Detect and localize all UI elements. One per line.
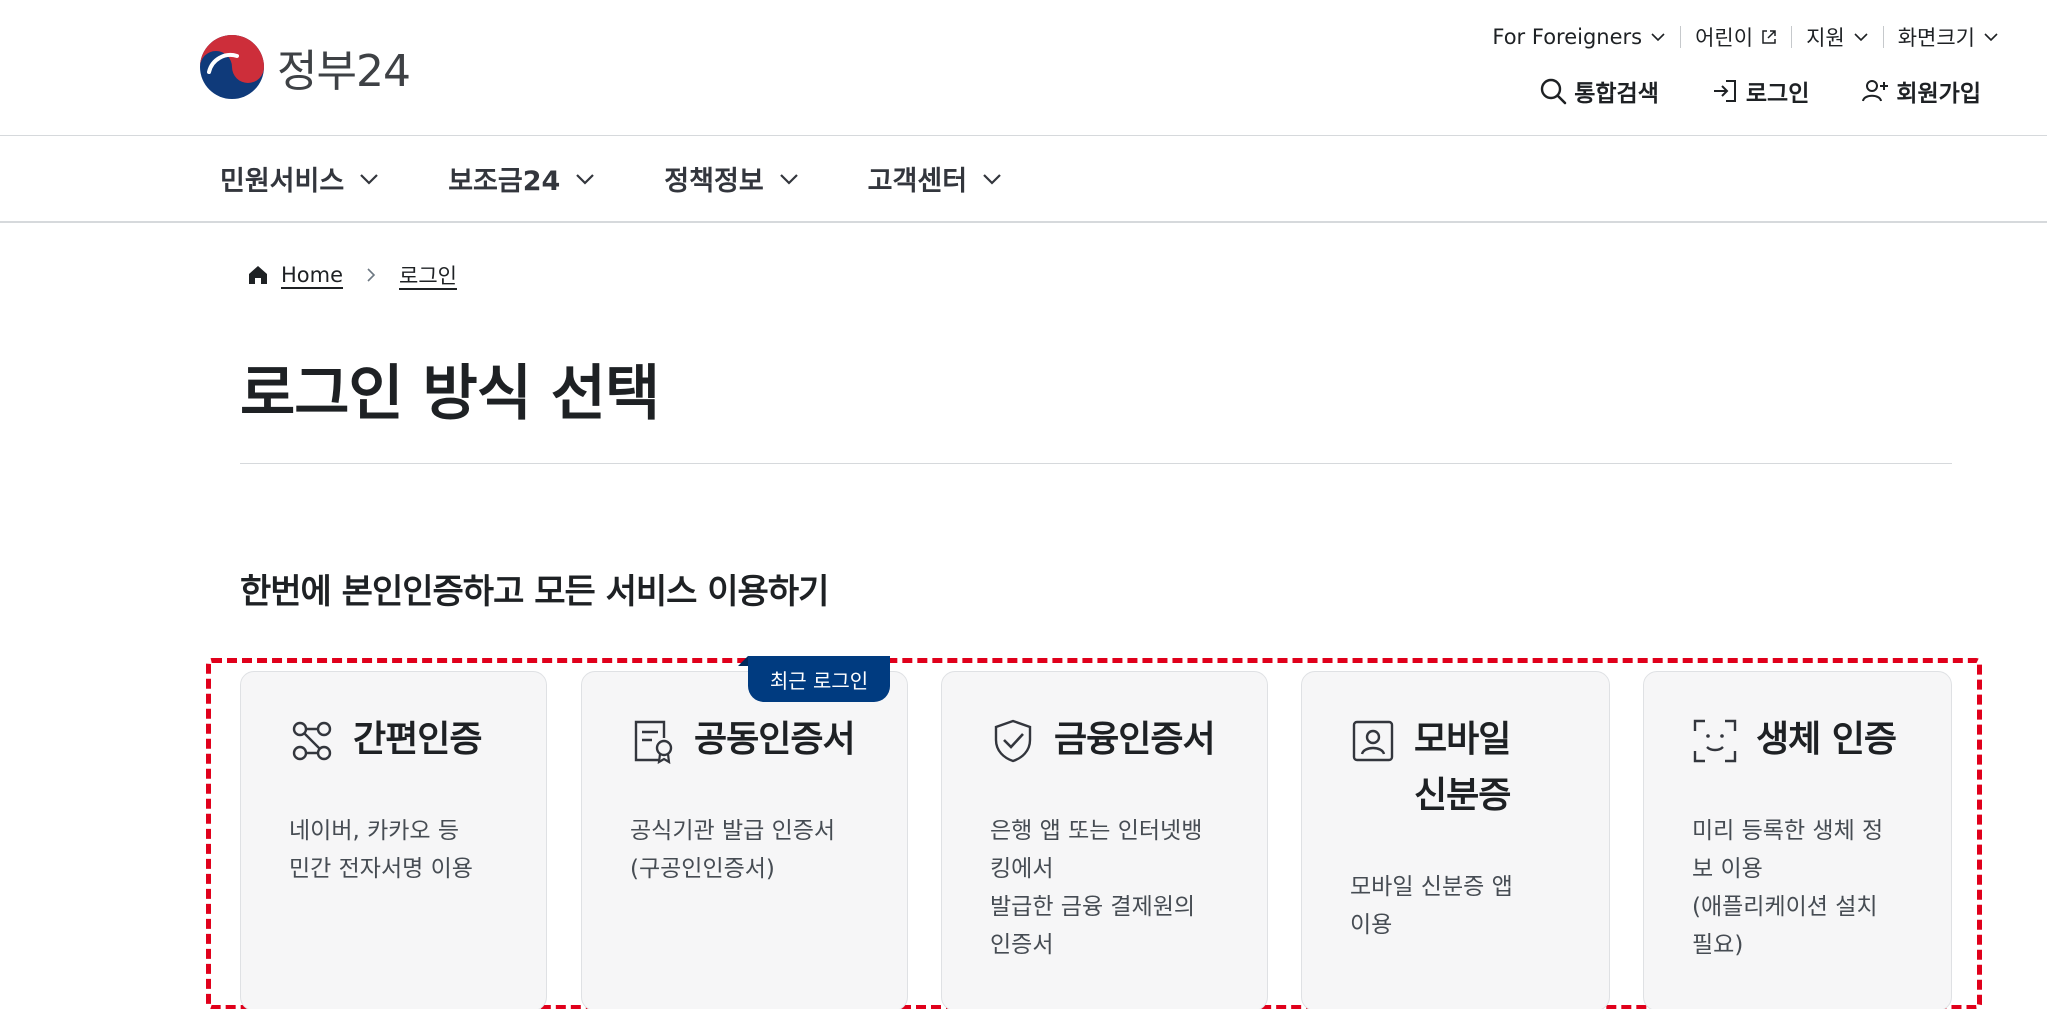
utility-label: 어린이 <box>1695 26 1754 50</box>
card-title-line: 모바일 <box>1414 719 1511 760</box>
signup-button[interactable]: 회원가입 <box>1861 74 1981 108</box>
card-desc-line: (구공인인증서) <box>630 856 775 882</box>
utility-menu: For Foreigners 어린이 지원 화면크기 <box>1478 22 2013 52</box>
card-desc-line: 필요) <box>1692 932 1744 958</box>
external-link-icon <box>1762 30 1776 44</box>
shield-check-icon <box>994 719 1032 763</box>
card-desc-line: 모바일 신분증 앱 <box>1350 874 1513 900</box>
utility-for-foreigners[interactable]: For Foreigners <box>1478 25 1680 49</box>
nav-customer-center[interactable]: 고객센터 <box>868 159 1003 198</box>
signup-button-label: 회원가입 <box>1896 81 1981 107</box>
nav-label: 민원서비스 <box>220 166 345 197</box>
card-description: 네이버, 카카오 등 민간 전자서명 이용 <box>289 812 473 888</box>
utility-label: 화면크기 <box>1897 26 1975 50</box>
card-desc-line: 이용 <box>1350 912 1393 938</box>
card-title: 모바일 신분증 <box>1414 712 1511 824</box>
login-card-joint-certificate[interactable]: 공동인증서 공식기관 발급 인증서 (구공인인증서) <box>581 671 908 1009</box>
login-card-biometric[interactable]: 생체 인증 미리 등록한 생체 정 보 이용 (애플리케이션 설치 필요) <box>1643 671 1952 1009</box>
chevron-right-icon <box>367 268 376 282</box>
login-card-financial-certificate[interactable]: 금융인증서 은행 앱 또는 인터넷뱅 킹에서 발급한 금융 결제원의 인증서 <box>941 671 1268 1009</box>
title-divider <box>240 463 1952 464</box>
simple-auth-icon <box>292 721 332 761</box>
card-desc-line: 민간 전자서명 이용 <box>289 856 473 882</box>
chevron-down-icon <box>576 173 595 185</box>
utility-screen-size[interactable]: 화면크기 <box>1884 22 2013 52</box>
search-icon <box>1541 78 1567 105</box>
taegeuk-emblem-icon <box>200 35 264 99</box>
nav-civil-service[interactable]: 민원서비스 <box>220 159 380 198</box>
card-description: 공식기관 발급 인증서 (구공인인증서) <box>630 812 835 888</box>
card-title: 금융인증서 <box>1054 719 1216 760</box>
home-icon <box>249 266 267 284</box>
utility-label: For Foreigners <box>1492 25 1643 49</box>
breadcrumb: Home 로그인 <box>247 260 457 290</box>
utility-support[interactable]: 지원 <box>1792 22 1883 52</box>
card-desc-line: 미리 등록한 생체 정 <box>1692 818 1884 844</box>
card-desc-line: 발급한 금융 결제원의 <box>990 894 1196 920</box>
login-icon <box>1713 80 1736 102</box>
utility-kids[interactable]: 어린이 <box>1681 22 1791 52</box>
utility-label: 지원 <box>1806 26 1845 50</box>
chevron-down-icon <box>1854 33 1868 42</box>
page-title: 로그인 방식 선택 <box>240 359 660 429</box>
card-desc-line: 킹에서 <box>990 856 1054 882</box>
card-desc-line: 은행 앱 또는 인터넷뱅 <box>990 818 1203 844</box>
search-button-label: 통합검색 <box>1574 81 1659 107</box>
card-title: 공동인증서 <box>694 719 856 760</box>
card-desc-line: (애플리케이션 설치 <box>1692 894 1878 920</box>
login-button[interactable]: 로그인 <box>1711 74 1809 108</box>
recent-login-badge: 최근 로그인 <box>738 656 890 702</box>
face-scan-icon <box>1693 719 1737 763</box>
main-navigation: 민원서비스 보조금24 정책정보 고객센터 <box>0 136 2047 223</box>
breadcrumb-home-link[interactable]: Home <box>281 263 343 287</box>
card-desc-line: 공식기관 발급 인증서 <box>630 818 836 844</box>
user-plus-icon <box>1862 80 1889 102</box>
login-card-mobile-id[interactable]: 모바일 신분증 모바일 신분증 앱 이용 <box>1301 671 1610 1009</box>
login-button-label: 로그인 <box>1745 81 1810 107</box>
breadcrumb-current-link[interactable]: 로그인 <box>399 260 457 290</box>
chevron-down-icon <box>1984 33 1998 42</box>
login-card-simple-auth[interactable]: 간편인증 네이버, 카카오 등 민간 전자서명 이용 <box>240 671 547 1009</box>
card-description: 모바일 신분증 앱 이용 <box>1350 868 1513 944</box>
site-header: 정부24 For Foreigners 어린이 지원 화면크기 통합검색 로그인… <box>0 0 2047 136</box>
nav-label: 보조금24 <box>448 166 561 197</box>
nav-label: 정책정보 <box>664 166 764 197</box>
chevron-down-icon <box>360 173 378 185</box>
card-title: 간편인증 <box>353 719 482 760</box>
chevron-down-icon <box>1651 33 1665 42</box>
chevron-down-icon <box>779 173 798 185</box>
card-description: 은행 앱 또는 인터넷뱅 킹에서 발급한 금융 결제원의 인증서 <box>990 812 1202 964</box>
card-description: 미리 등록한 생체 정 보 이용 (애플리케이션 설치 필요) <box>1692 812 1883 964</box>
nav-policy-info[interactable]: 정책정보 <box>664 159 799 198</box>
site-logo-text: 정부24 <box>277 46 411 97</box>
card-desc-line: 네이버, 카카오 등 <box>289 818 460 844</box>
card-title: 생체 인증 <box>1756 719 1897 760</box>
card-desc-line: 인증서 <box>990 932 1054 958</box>
card-desc-line: 보 이용 <box>1692 856 1763 882</box>
id-card-icon <box>1352 720 1394 762</box>
section-title: 한번에 본인인증하고 모든 서비스 이용하기 <box>240 572 829 612</box>
certificate-icon <box>634 720 673 764</box>
chevron-down-icon <box>983 173 1001 185</box>
nav-subsidy24[interactable]: 보조금24 <box>448 159 596 198</box>
card-title-line: 신분증 <box>1414 775 1511 816</box>
header-actions: 통합검색 로그인 회원가입 <box>1539 74 1981 108</box>
nav-label: 고객센터 <box>867 166 968 197</box>
search-button[interactable]: 통합검색 <box>1539 74 1659 108</box>
site-logo[interactable]: 정부24 <box>197 34 411 100</box>
